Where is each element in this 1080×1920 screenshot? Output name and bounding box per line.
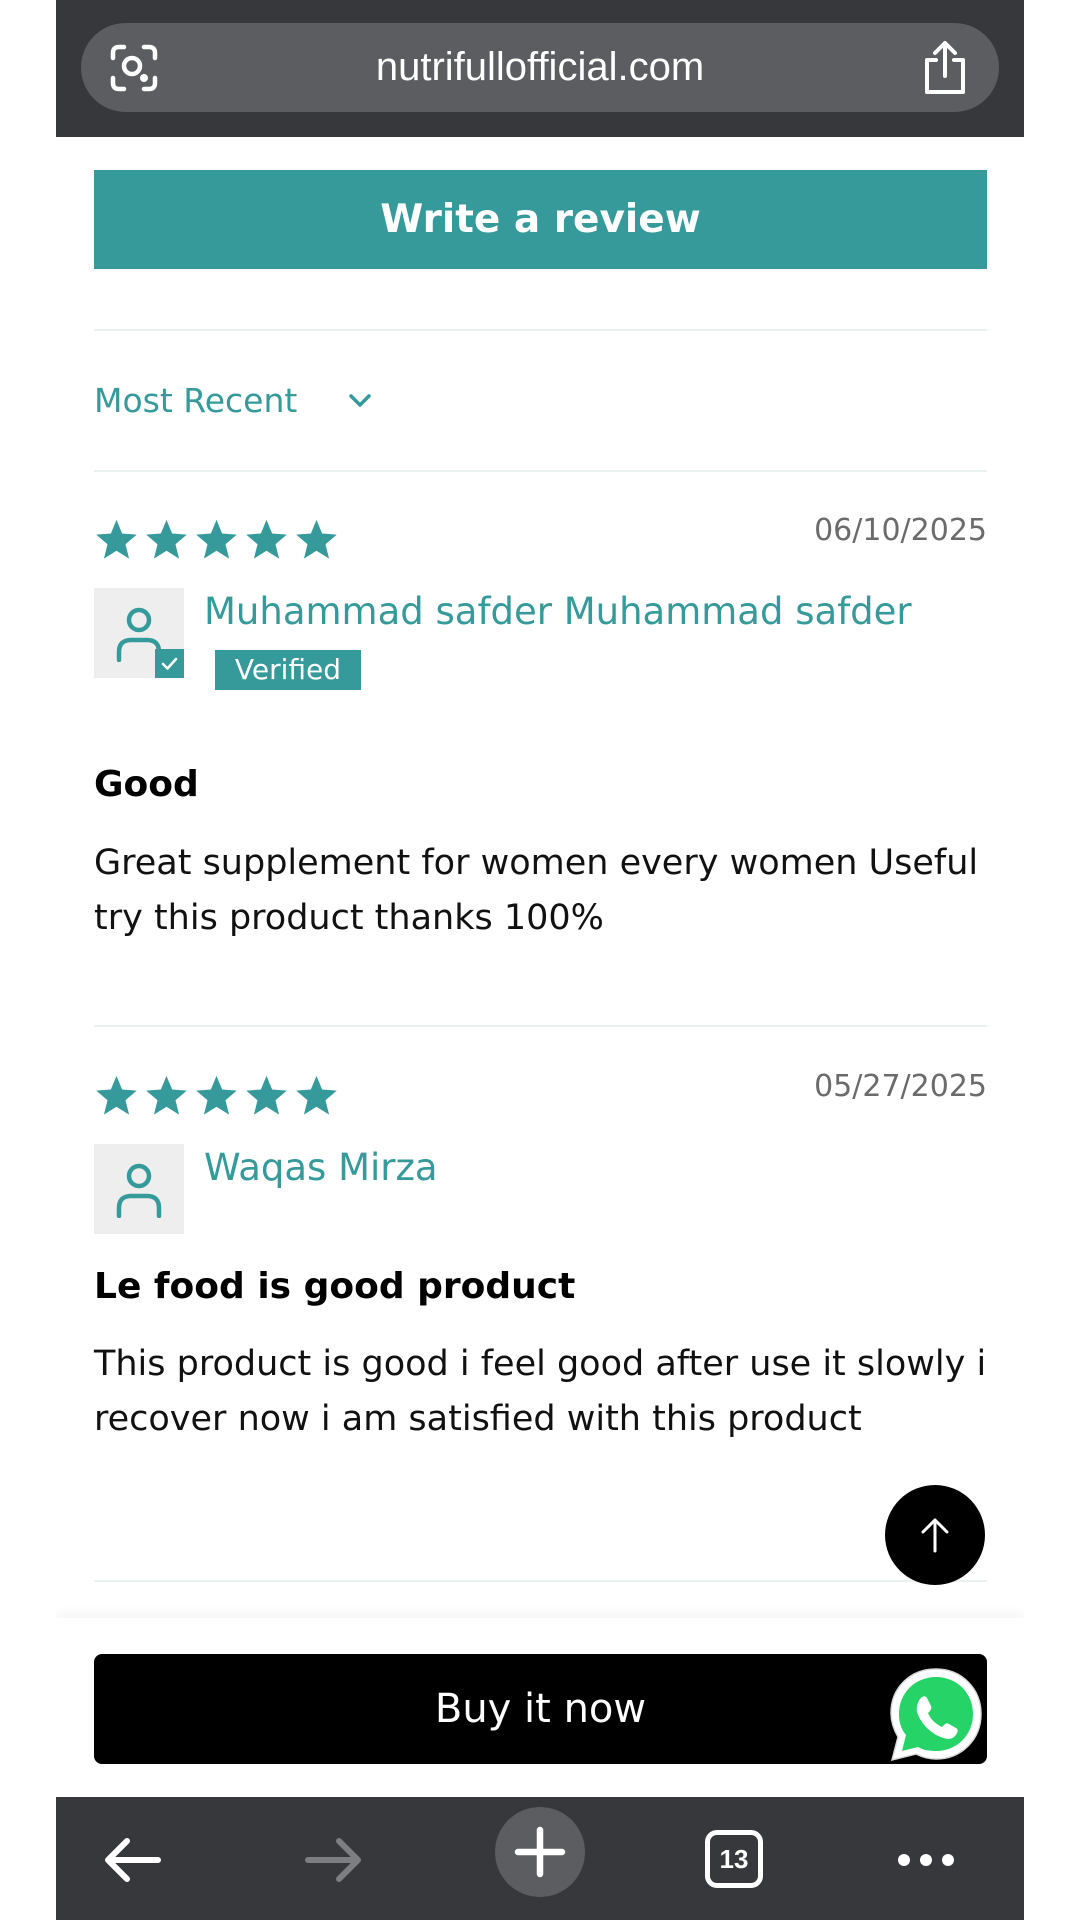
user-icon — [116, 1163, 162, 1218]
arrow-up-icon — [921, 1518, 949, 1553]
star-icon — [146, 1075, 187, 1115]
browser-top-bar: nutrifullofficial.com — [56, 0, 1024, 137]
address-bar[interactable]: nutrifullofficial.com — [81, 23, 999, 112]
avatar — [94, 1144, 184, 1234]
review-title: Good — [94, 764, 199, 805]
star-icon — [296, 519, 337, 559]
verified-badge: Verified — [215, 650, 361, 690]
review-date: 06/10/2025 — [814, 513, 987, 548]
review-title: Le food is good product — [94, 1266, 576, 1307]
star-icon — [296, 1075, 337, 1115]
avatar — [94, 588, 184, 678]
star-icon — [96, 1075, 137, 1115]
review-date: 05/27/2025 — [814, 1069, 987, 1104]
star-rating — [94, 1073, 339, 1118]
review-body: Great supplement for women every women U… — [94, 843, 979, 938]
review-author: Muhammad safder Muhammad safder — [204, 590, 912, 633]
star-icon — [196, 519, 237, 559]
browser-bottom-toolbar: 13 — [56, 1797, 1024, 1920]
plus-icon — [514, 1826, 566, 1878]
divider — [94, 1025, 987, 1027]
star-icon — [196, 1075, 237, 1115]
buy-now-button[interactable]: Buy it now — [94, 1654, 987, 1764]
page-frame: nutrifullofficial.com Write a review Mos… — [56, 0, 1024, 1920]
tabs-count: 13 — [705, 1830, 763, 1888]
chevron-down-icon — [349, 394, 372, 407]
sort-dropdown[interactable]: Most Recent — [94, 375, 373, 425]
sticky-buy-bar: Buy it now — [56, 1618, 1024, 1798]
star-icon — [246, 519, 287, 559]
url-text[interactable]: nutrifullofficial.com — [181, 23, 899, 112]
forward-arrow-icon[interactable] — [286, 1815, 376, 1905]
divider — [94, 470, 987, 472]
review-author: Waqas Mirza — [204, 1146, 438, 1189]
share-icon[interactable] — [919, 40, 971, 96]
write-review-button[interactable]: Write a review — [94, 170, 987, 269]
lens-icon[interactable] — [109, 43, 159, 93]
tabs-button[interactable]: 13 — [690, 1815, 780, 1905]
back-arrow-icon[interactable] — [91, 1815, 181, 1905]
star-icon — [146, 519, 187, 559]
whatsapp-icon[interactable] — [886, 1665, 986, 1765]
divider — [94, 329, 987, 331]
review-body: This product is good i feel good after u… — [94, 1344, 987, 1439]
scroll-to-top-button[interactable] — [885, 1485, 985, 1585]
new-tab-button[interactable] — [495, 1807, 585, 1897]
star-icon — [96, 519, 137, 559]
star-rating — [94, 517, 339, 562]
sort-label: Most Recent — [94, 380, 298, 420]
more-icon[interactable] — [881, 1815, 971, 1905]
verified-check-icon — [155, 649, 184, 678]
star-icon — [246, 1075, 287, 1115]
divider — [94, 1580, 987, 1582]
